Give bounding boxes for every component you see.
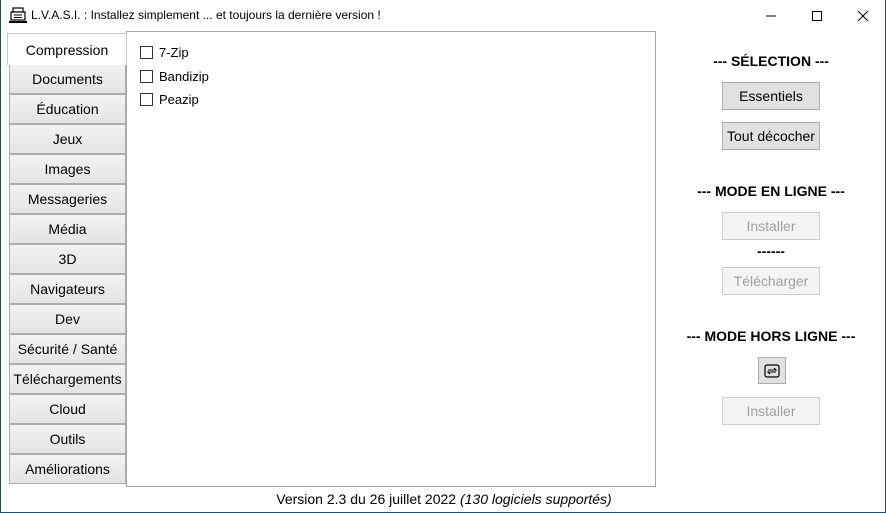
offline-mode-heading: --- MODE HORS LIGNE --- — [686, 328, 856, 344]
minimize-icon — [766, 15, 776, 16]
tab-messageries[interactable]: Messageries — [9, 184, 126, 214]
tab-jeux[interactable]: Jeux — [9, 124, 126, 154]
app-window: L.V.A.S.I. : Installez simplement ... et… — [0, 0, 886, 513]
offline-install-button[interactable]: Installer — [722, 397, 820, 425]
maximize-icon — [812, 10, 822, 21]
selection-heading: --- SÉLECTION --- — [713, 53, 829, 69]
checkbox-box[interactable] — [140, 70, 153, 83]
checkbox-label: Peazip — [159, 92, 199, 107]
tab-dev[interactable]: Dev — [9, 304, 126, 334]
tab-compression[interactable]: Compression — [7, 33, 127, 65]
version-text: Version 2.3 du 26 juillet 2022 — [276, 491, 460, 507]
online-separator: ------ — [757, 243, 785, 259]
checkbox-label: 7-Zip — [159, 45, 189, 60]
checkbox-label: Bandizip — [159, 69, 209, 84]
version-footer: Version 2.3 du 26 juillet 2022 (130 logi… — [1, 491, 886, 507]
offline-folder-button[interactable] — [758, 357, 786, 384]
app-icon — [9, 7, 27, 24]
close-button[interactable] — [840, 0, 886, 31]
tab-cloud[interactable]: Cloud — [9, 394, 126, 424]
checkbox-peazip[interactable]: Peazip — [140, 92, 199, 107]
tab-images[interactable]: Images — [9, 154, 126, 184]
software-count: (130 logiciels supportés) — [459, 491, 612, 507]
maximize-button[interactable] — [794, 0, 840, 31]
tab-outils[interactable]: Outils — [9, 424, 126, 454]
essentials-button[interactable]: Essentiels — [722, 82, 820, 110]
tab-navigateurs[interactable]: Navigateurs — [9, 274, 126, 304]
window-title: L.V.A.S.I. : Installez simplement ... et… — [31, 8, 381, 22]
tab-3d[interactable]: 3D — [9, 244, 126, 274]
uncheck-all-button[interactable]: Tout décocher — [722, 122, 820, 150]
checkbox-7zip[interactable]: 7-Zip — [140, 45, 189, 60]
tab-panel-compression: 7-Zip Bandizip Peazip — [126, 31, 656, 487]
tab-telechargements[interactable]: Téléchargements — [9, 364, 126, 394]
download-button[interactable]: Télécharger — [722, 267, 820, 295]
checkbox-box[interactable] — [140, 93, 153, 106]
minimize-button[interactable] — [748, 0, 794, 31]
tab-media[interactable]: Média — [9, 214, 126, 244]
tab-securite-sante[interactable]: Sécurité / Santé — [9, 334, 126, 364]
tab-ameliorations[interactable]: Améliorations — [9, 454, 126, 484]
tab-documents[interactable]: Documents — [9, 64, 126, 94]
swap-icon — [764, 363, 780, 378]
online-mode-heading: --- MODE EN LIGNE --- — [697, 183, 845, 199]
checkbox-bandizip[interactable]: Bandizip — [140, 69, 209, 84]
tab-education[interactable]: Éducation — [9, 94, 126, 124]
checkbox-box[interactable] — [140, 46, 153, 59]
title-bar: L.V.A.S.I. : Installez simplement ... et… — [1, 0, 885, 31]
online-install-button[interactable]: Installer — [722, 212, 820, 240]
close-icon — [857, 10, 869, 21]
